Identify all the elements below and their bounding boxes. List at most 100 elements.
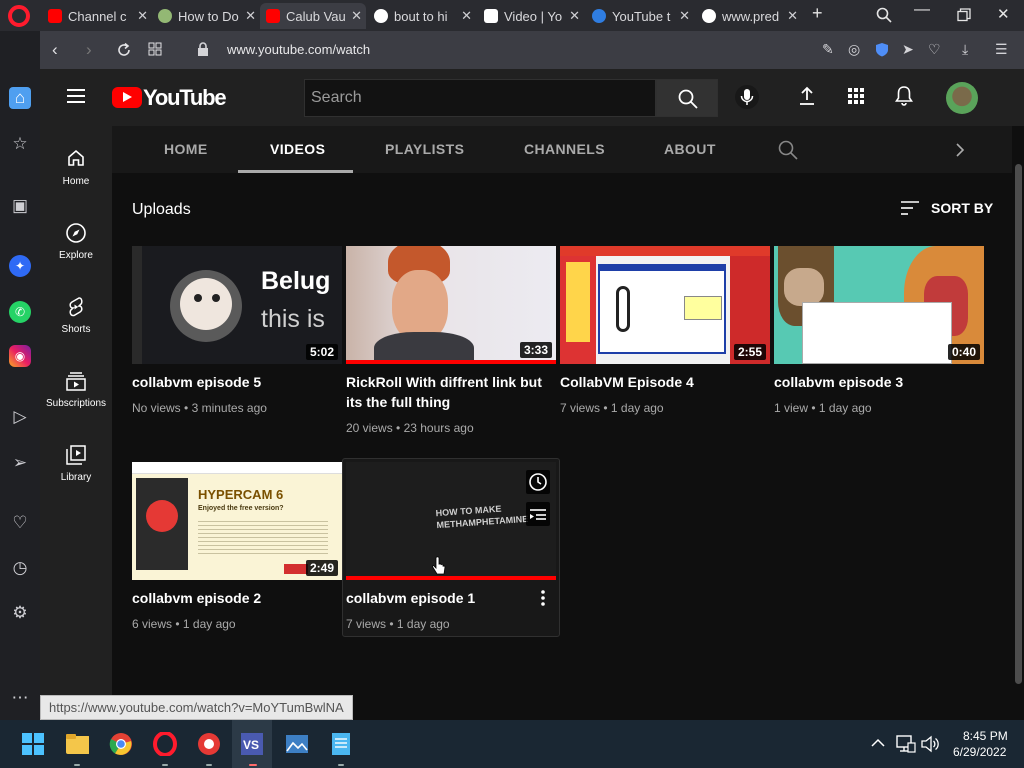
taskbar-active-app[interactable]: VS <box>232 720 272 768</box>
history-clock-icon[interactable]: ◷ <box>9 557 31 579</box>
video-title[interactable]: CollabVM Episode 4 <box>560 372 760 392</box>
close-tab-icon[interactable]: ✕ <box>679 8 690 24</box>
instagram-icon[interactable]: ◉ <box>9 345 31 367</box>
tab-channels[interactable]: CHANNELS <box>524 141 605 157</box>
video-card[interactable]: HYPERCAM 6 Enjoyed the free version? 2:4… <box>132 462 342 632</box>
hamburger-menu-icon[interactable] <box>67 89 85 103</box>
browser-tab-3-active[interactable]: Calub Vau ✕ <box>260 3 366 29</box>
close-tab-icon[interactable]: ✕ <box>245 8 256 24</box>
screen-recorder-icon[interactable] <box>197 732 221 756</box>
video-title[interactable]: collabvm episode 5 <box>132 372 332 392</box>
account-avatar[interactable] <box>946 82 978 114</box>
video-card[interactable]: 0:40 collabvm episode 3 1 view • 1 day a… <box>774 246 984 436</box>
new-tab-plus-icon[interactable]: + <box>812 3 823 24</box>
search-button[interactable] <box>656 79 718 117</box>
player-icon[interactable]: ▷ <box>9 406 31 428</box>
create-upload-icon[interactable] <box>797 85 817 107</box>
chevron-right-icon[interactable] <box>954 142 966 158</box>
speed-dial-icon[interactable] <box>148 42 162 56</box>
browser-tab-4[interactable]: bout to hi ✕ <box>368 3 476 29</box>
back-icon[interactable]: ‹ <box>52 40 58 60</box>
snapshot-icon[interactable]: ◎ <box>848 41 860 58</box>
network-icon[interactable] <box>896 735 920 759</box>
browser-tab-6[interactable]: YouTube t ✕ <box>586 3 694 29</box>
close-tab-icon[interactable]: ✕ <box>569 8 580 24</box>
minimize-icon[interactable]: — <box>914 1 930 19</box>
chevron-up-icon[interactable] <box>871 738 895 762</box>
video-title[interactable]: RickRoll With diffrent link but its the … <box>346 372 546 412</box>
opera-icon[interactable] <box>153 732 177 756</box>
downloads-icon[interactable]: ⤓ <box>962 41 968 58</box>
notifications-bell-icon[interactable] <box>894 85 914 107</box>
reload-icon[interactable] <box>116 42 132 58</box>
youtube-logo-icon[interactable] <box>112 87 142 108</box>
shopping-bag-icon[interactable]: ▣ <box>9 195 31 217</box>
add-to-queue-button[interactable] <box>526 502 550 526</box>
guide-item-subscriptions[interactable]: Subscriptions <box>40 370 112 409</box>
tab-home[interactable]: HOME <box>164 141 208 157</box>
guide-item-explore[interactable]: Explore <box>40 222 112 261</box>
video-title[interactable]: collabvm episode 3 <box>774 372 974 392</box>
speed-dial-star-icon[interactable]: ☆ <box>9 133 31 155</box>
whatsapp-icon[interactable]: ✆ <box>9 301 31 323</box>
video-card[interactable]: Belug this is 5:02 collabvm episode 5 No… <box>132 246 342 436</box>
video-thumbnail[interactable]: 2:55 <box>560 246 770 364</box>
close-tab-icon[interactable]: ✕ <box>787 8 798 24</box>
search-input[interactable] <box>304 79 656 117</box>
home-icon[interactable]: ⌂ <box>9 87 31 109</box>
video-thumbnail[interactable]: HYPERCAM 6 Enjoyed the free version? 2:4… <box>132 462 342 580</box>
vpn-shield-icon[interactable] <box>875 42 889 57</box>
tab-about[interactable]: ABOUT <box>664 141 716 157</box>
tab-playlists[interactable]: PLAYLISTS <box>385 141 464 157</box>
close-tab-icon[interactable]: ✕ <box>461 8 472 24</box>
messenger-icon[interactable]: ✦ <box>9 255 31 277</box>
video-thumbnail[interactable]: 3:33 <box>346 246 556 364</box>
close-tab-icon[interactable]: ✕ <box>137 8 148 24</box>
video-title[interactable]: collabvm episode 2 <box>132 588 332 608</box>
browser-tab-1[interactable]: Channel c ✕ <box>42 3 152 29</box>
channel-search-icon[interactable] <box>778 140 798 160</box>
more-ellipsis-icon[interactable]: ⋯ <box>9 687 31 709</box>
sort-by-button[interactable]: SORT BY <box>900 200 993 216</box>
video-card[interactable]: 2:55 CollabVM Episode 4 7 views • 1 day … <box>560 246 770 436</box>
bookmark-heart-icon[interactable]: ♡ <box>928 41 941 58</box>
browser-tab-2[interactable]: How to Do ✕ <box>152 3 260 29</box>
watch-later-button[interactable] <box>526 470 550 494</box>
more-actions-icon[interactable] <box>540 589 546 607</box>
video-thumbnail[interactable]: Belug this is 5:02 <box>132 246 342 364</box>
voice-search-mic-icon[interactable] <box>735 83 759 111</box>
opera-menu-icon[interactable] <box>8 5 30 27</box>
photos-icon[interactable] <box>285 732 309 756</box>
url-text[interactable]: www.youtube.com/watch <box>227 42 370 57</box>
guide-item-shorts[interactable]: Shorts <box>40 296 112 335</box>
page-scrollbar[interactable] <box>1012 126 1024 720</box>
browser-tab-7[interactable]: www.pred ✕ <box>696 3 802 29</box>
video-thumbnail[interactable]: HOW TO MAKE METHAMPHETAMINE <box>346 462 556 580</box>
browser-tab-5[interactable]: Video | Yo ✕ <box>478 3 584 29</box>
youtube-logo-text[interactable]: YouTube <box>143 85 227 111</box>
apps-grid-icon[interactable] <box>846 85 866 107</box>
easy-setup-sliders-icon[interactable]: ☰ <box>995 41 1008 58</box>
volume-icon[interactable] <box>920 735 944 759</box>
file-explorer-icon[interactable] <box>65 732 89 756</box>
notepad-icon[interactable] <box>329 732 353 756</box>
easy-setup-icon[interactable]: ✎ <box>822 41 834 58</box>
bookmarks-heart-icon[interactable]: ♡ <box>9 512 31 534</box>
forward-icon[interactable]: › <box>86 40 92 60</box>
send-flow-icon[interactable]: ➢ <box>9 452 31 474</box>
restore-window-icon[interactable] <box>957 8 971 22</box>
windows-start-icon[interactable] <box>21 732 45 756</box>
tab-search-icon[interactable] <box>876 7 892 23</box>
tab-videos[interactable]: VIDEOS <box>270 141 325 157</box>
chrome-icon[interactable] <box>109 732 133 756</box>
close-window-icon[interactable]: ✕ <box>997 5 1010 23</box>
taskbar-clock-date[interactable]: 6/29/2022 <box>953 745 1006 759</box>
settings-gear-icon[interactable]: ⚙ <box>9 602 31 624</box>
guide-item-library[interactable]: Library <box>40 444 112 483</box>
video-card-hovered[interactable]: HOW TO MAKE METHAMPHETAMINE collabvm epi… <box>346 462 556 632</box>
send-icon[interactable]: ➤ <box>902 41 914 58</box>
taskbar-clock-time[interactable]: 8:45 PM <box>963 729 1008 743</box>
video-title[interactable]: collabvm episode 1 <box>346 588 546 608</box>
scrollbar-thumb[interactable] <box>1015 164 1022 684</box>
close-tab-icon[interactable]: ✕ <box>351 8 362 24</box>
